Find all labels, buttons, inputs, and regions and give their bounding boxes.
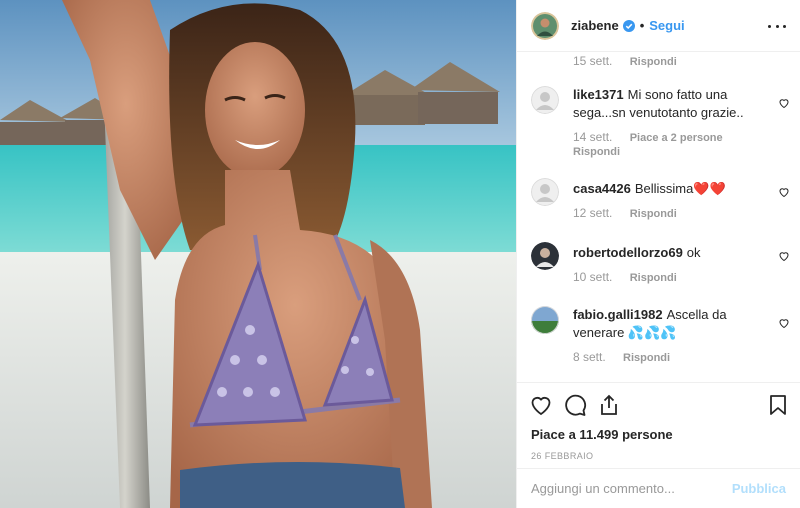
reply-button[interactable]: Rispondi <box>630 272 677 284</box>
comment-meta: 8 sett. Rispondi <box>573 350 670 364</box>
comment-time[interactable]: 8 sett. <box>573 350 606 364</box>
comment-meta: 12 sett. Rispondi <box>573 206 677 220</box>
post-photo[interactable] <box>0 0 516 508</box>
comment-username[interactable]: like1371 <box>573 87 624 102</box>
author-avatar[interactable] <box>531 11 559 40</box>
comment-text: fabio.galli1982 Ascella da venerare 💦💦💦 <box>573 306 762 342</box>
more-options-icon[interactable] <box>768 18 786 34</box>
reply-button[interactable]: Rispondi <box>573 146 620 158</box>
comment-icon[interactable] <box>563 393 587 417</box>
publish-button[interactable]: Pubblica <box>732 481 786 496</box>
post-header: ziabene • Segui <box>517 0 800 52</box>
post-side-panel: ziabene • Segui 15 sett. Rispondi like13… <box>516 0 800 508</box>
comment-meta: 10 sett. Rispondi <box>573 270 677 284</box>
comment-time[interactable]: 14 sett. <box>573 130 612 144</box>
comment-like-heart-icon[interactable] <box>778 97 790 109</box>
post-date[interactable]: 26 FEBBRAIO <box>531 451 593 461</box>
share-icon[interactable] <box>597 393 621 417</box>
author-username[interactable]: ziabene <box>571 18 619 33</box>
comment-meta: 14 sett. Piace a 2 persone Rispondi <box>573 130 723 158</box>
comment-username[interactable]: robertodellorzo69 <box>573 245 683 260</box>
reply-button[interactable]: Rispondi <box>630 56 677 68</box>
comment-text: casa4426 Bellissima❤️❤️ <box>573 180 762 198</box>
comment-time[interactable]: 15 sett. <box>573 54 612 68</box>
beach-portrait-image <box>0 0 516 508</box>
comment-text: like1371 Mi sono fatto una sega...sn venu… <box>573 86 762 122</box>
comment-like-heart-icon[interactable] <box>778 250 790 262</box>
instagram-post: ziabene • Segui 15 sett. Rispondi like13… <box>0 0 800 508</box>
post-actions: Piace a 11.499 persone 26 FEBBRAIO Pubbl… <box>517 382 800 508</box>
comment-avatar[interactable] <box>531 178 559 206</box>
comments-list[interactable]: 15 sett. Rispondi like1371 Mi sono fatto … <box>517 52 800 382</box>
comment-content: ok <box>686 245 701 260</box>
comment-username[interactable]: fabio.galli1982 <box>573 307 663 322</box>
comment-content: Bellissima❤️❤️ <box>634 181 726 196</box>
reply-button[interactable]: Rispondi <box>630 208 677 220</box>
follow-button[interactable]: Segui <box>649 18 684 33</box>
comment-likes[interactable]: Piace a 2 persone <box>630 132 723 144</box>
heart-icon[interactable] <box>529 393 553 417</box>
comment-avatar[interactable] <box>531 306 559 334</box>
comment-like-heart-icon[interactable] <box>778 186 790 198</box>
comment-meta: 15 sett. Rispondi <box>573 54 677 68</box>
comment-time[interactable]: 10 sett. <box>573 270 612 284</box>
comment-text: robertodellorzo69 ok <box>573 244 762 262</box>
comment-input[interactable] <box>531 481 732 496</box>
comment-time[interactable]: 12 sett. <box>573 206 612 220</box>
comment-like-heart-icon[interactable] <box>778 317 790 329</box>
bookmark-icon[interactable] <box>766 393 790 417</box>
comment-avatar[interactable] <box>531 86 559 114</box>
comment-avatar[interactable] <box>531 242 559 270</box>
likes-count[interactable]: Piace a 11.499 persone <box>531 427 673 442</box>
comment-username[interactable]: casa4426 <box>573 181 631 196</box>
reply-button[interactable]: Rispondi <box>623 352 670 364</box>
add-comment-bar: Pubblica <box>517 468 800 508</box>
header-separator: • <box>639 18 645 33</box>
verified-badge-icon <box>622 19 635 32</box>
